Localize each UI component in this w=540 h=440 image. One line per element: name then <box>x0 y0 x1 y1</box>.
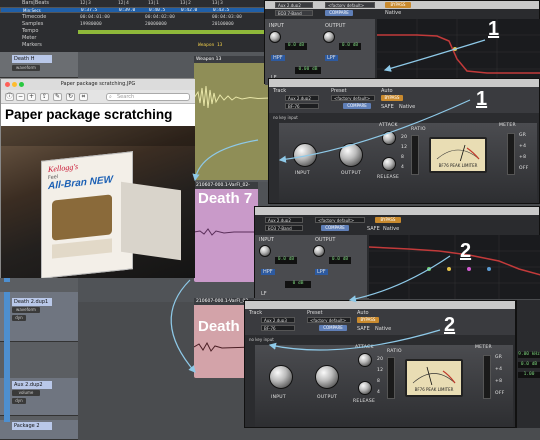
annotation-arrow <box>348 255 451 303</box>
annotation-arrows <box>170 39 486 373</box>
annotation-arrow <box>278 99 471 163</box>
annotation-arrow <box>170 279 196 373</box>
annotation-arrow <box>192 139 259 182</box>
annotation-arrow <box>268 329 441 351</box>
annotation-arrow <box>383 39 486 72</box>
